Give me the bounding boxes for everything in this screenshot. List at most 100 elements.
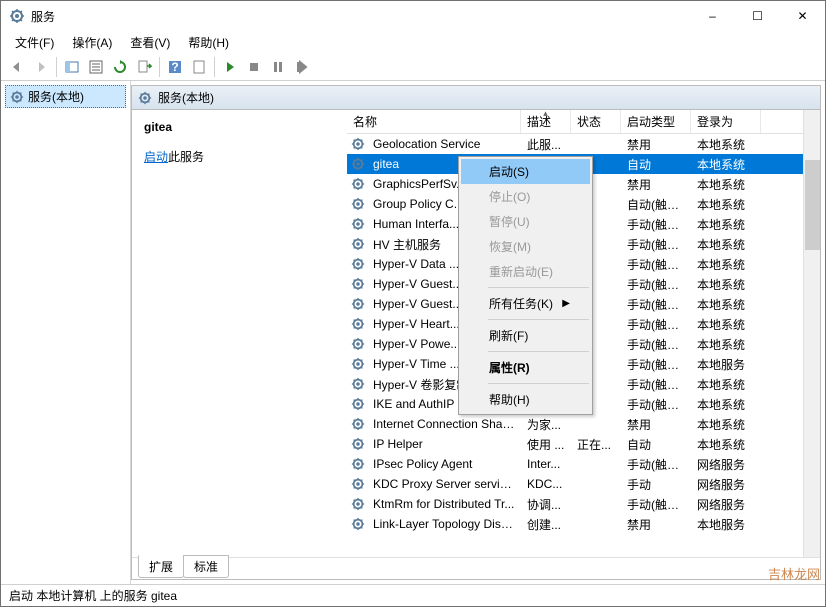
cell-logon: 本地系统	[691, 375, 761, 394]
menu-file[interactable]: 文件(F)	[7, 32, 62, 53]
cell-startup: 手动(触发...	[621, 375, 691, 394]
cell-status: 正在...	[571, 435, 621, 454]
start-service-button[interactable]	[218, 55, 242, 79]
cell-logon: 本地系统	[691, 235, 761, 254]
cell-startup: 禁用	[621, 175, 691, 194]
content: 服务(本地) 服务(本地) gitea 启动此服务 名称 ▴描述 状态	[1, 81, 825, 584]
tree-root-label: 服务(本地)	[28, 88, 84, 105]
col-name[interactable]: 名称	[347, 110, 521, 133]
gear-icon	[351, 357, 365, 371]
cell-startup: 自动	[621, 435, 691, 454]
ctx-start[interactable]: 启动(S)	[461, 159, 590, 184]
col-desc[interactable]: ▴描述	[521, 110, 571, 133]
cell-startup: 手动(触发...	[621, 395, 691, 414]
gear-icon	[351, 377, 365, 391]
menu-view[interactable]: 查看(V)	[122, 32, 178, 53]
show-hide-tree-button[interactable]	[60, 55, 84, 79]
col-startup[interactable]: 启动类型	[621, 110, 691, 133]
menu-help[interactable]: 帮助(H)	[180, 32, 237, 53]
context-menu: 启动(S) 停止(O) 暂停(U) 恢复(M) 重新启动(E) 所有任务(K)▶…	[458, 156, 593, 415]
cell-name: KtmRm for Distributed Tr...	[367, 496, 521, 512]
col-status[interactable]: 状态	[571, 110, 621, 133]
table-row[interactable]: Geolocation Service 此服... 禁用 本地系统	[347, 134, 803, 154]
gear-icon	[351, 197, 365, 211]
cell-startup: 禁用	[621, 135, 691, 154]
cell-desc: KDC...	[521, 476, 571, 492]
table-row[interactable]: IPsec Policy Agent Inter... 手动(触发... 网络服…	[347, 454, 803, 474]
vertical-scrollbar[interactable]	[803, 110, 820, 557]
start-link[interactable]: 启动	[144, 150, 168, 164]
cell-logon: 本地系统	[691, 415, 761, 434]
ctx-help[interactable]: 帮助(H)	[461, 387, 590, 412]
table-row[interactable]: Internet Connection Shari... 为家... 禁用 本地…	[347, 414, 803, 434]
gear-icon	[351, 397, 365, 411]
gear-icon	[351, 317, 365, 331]
table-row[interactable]: KtmRm for Distributed Tr... 协调... 手动(触发.…	[347, 494, 803, 514]
back-button[interactable]	[5, 55, 29, 79]
gear-icon	[351, 157, 365, 171]
selected-service-name: gitea	[144, 120, 335, 134]
list-header: 名称 ▴描述 状态 启动类型 登录为	[347, 110, 803, 134]
ctx-resume: 恢复(M)	[461, 234, 590, 259]
cell-startup: 手动(触发...	[621, 295, 691, 314]
cell-name: IP Helper	[367, 436, 521, 452]
details-pane: 服务(本地) gitea 启动此服务 名称 ▴描述 状态 启动类型 登录为	[131, 85, 821, 580]
restart-service-button[interactable]	[290, 55, 314, 79]
cell-desc: 创建...	[521, 515, 571, 534]
cell-logon: 本地系统	[691, 275, 761, 294]
cell-startup: 手动(触发...	[621, 355, 691, 374]
pause-service-button[interactable]	[266, 55, 290, 79]
cell-startup: 手动(触发...	[621, 235, 691, 254]
scroll-thumb[interactable]	[805, 160, 820, 250]
cell-startup: 手动(触发...	[621, 335, 691, 354]
table-row[interactable]: KDC Proxy Server service... KDC... 手动 网络…	[347, 474, 803, 494]
close-button[interactable]: ✕	[780, 1, 825, 31]
cell-status	[571, 423, 621, 425]
tab-extended[interactable]: 扩展	[138, 555, 184, 578]
statusbar: 启动 本地计算机 上的服务 gitea	[1, 584, 825, 606]
gear-icon	[351, 217, 365, 231]
gear-icon	[351, 277, 365, 291]
cell-startup: 禁用	[621, 415, 691, 434]
cell-startup: 手动	[621, 475, 691, 494]
minimize-button[interactable]: –	[690, 1, 735, 31]
tabs: 扩展 标准	[132, 557, 820, 579]
table-row[interactable]: IP Helper 使用 ... 正在... 自动 本地系统	[347, 434, 803, 454]
cell-logon: 网络服务	[691, 455, 761, 474]
gear-icon	[351, 257, 365, 271]
refresh-button[interactable]	[108, 55, 132, 79]
gear-icon	[351, 337, 365, 351]
maximize-button[interactable]: ☐	[735, 1, 780, 31]
help2-button[interactable]	[187, 55, 211, 79]
gear-icon	[351, 137, 365, 151]
export-button[interactable]	[132, 55, 156, 79]
cell-name: IPsec Policy Agent	[367, 456, 521, 472]
gear-icon	[351, 177, 365, 191]
service-list-panel: 名称 ▴描述 状态 启动类型 登录为 Geolocation Service 此…	[347, 110, 820, 557]
cell-status	[571, 503, 621, 505]
pane-header: 服务(本地)	[132, 86, 820, 110]
tree-root[interactable]: 服务(本地)	[5, 85, 126, 108]
gear-icon	[351, 297, 365, 311]
col-logon[interactable]: 登录为	[691, 110, 761, 133]
tab-standard[interactable]: 标准	[183, 555, 229, 578]
cell-logon: 本地系统	[691, 255, 761, 274]
cell-logon: 本地系统	[691, 155, 761, 174]
cell-desc: 为家...	[521, 415, 571, 434]
service-action-line: 启动此服务	[144, 148, 335, 165]
stop-service-button[interactable]	[242, 55, 266, 79]
ctx-properties[interactable]: 属性(R)	[461, 355, 590, 380]
cell-logon: 本地系统	[691, 315, 761, 334]
ctx-refresh[interactable]: 刷新(F)	[461, 323, 590, 348]
cell-status	[571, 483, 621, 485]
ctx-restart: 重新启动(E)	[461, 259, 590, 284]
help-button[interactable]: ?	[163, 55, 187, 79]
menu-action[interactable]: 操作(A)	[64, 32, 120, 53]
cell-logon: 本地系统	[691, 395, 761, 414]
ctx-all-tasks[interactable]: 所有任务(K)▶	[461, 291, 590, 316]
forward-button[interactable]	[29, 55, 53, 79]
table-row[interactable]: Link-Layer Topology Disc... 创建... 禁用 本地服…	[347, 514, 803, 534]
properties-button[interactable]	[84, 55, 108, 79]
cell-startup: 自动(触发...	[621, 195, 691, 214]
cell-desc: 协调...	[521, 495, 571, 514]
